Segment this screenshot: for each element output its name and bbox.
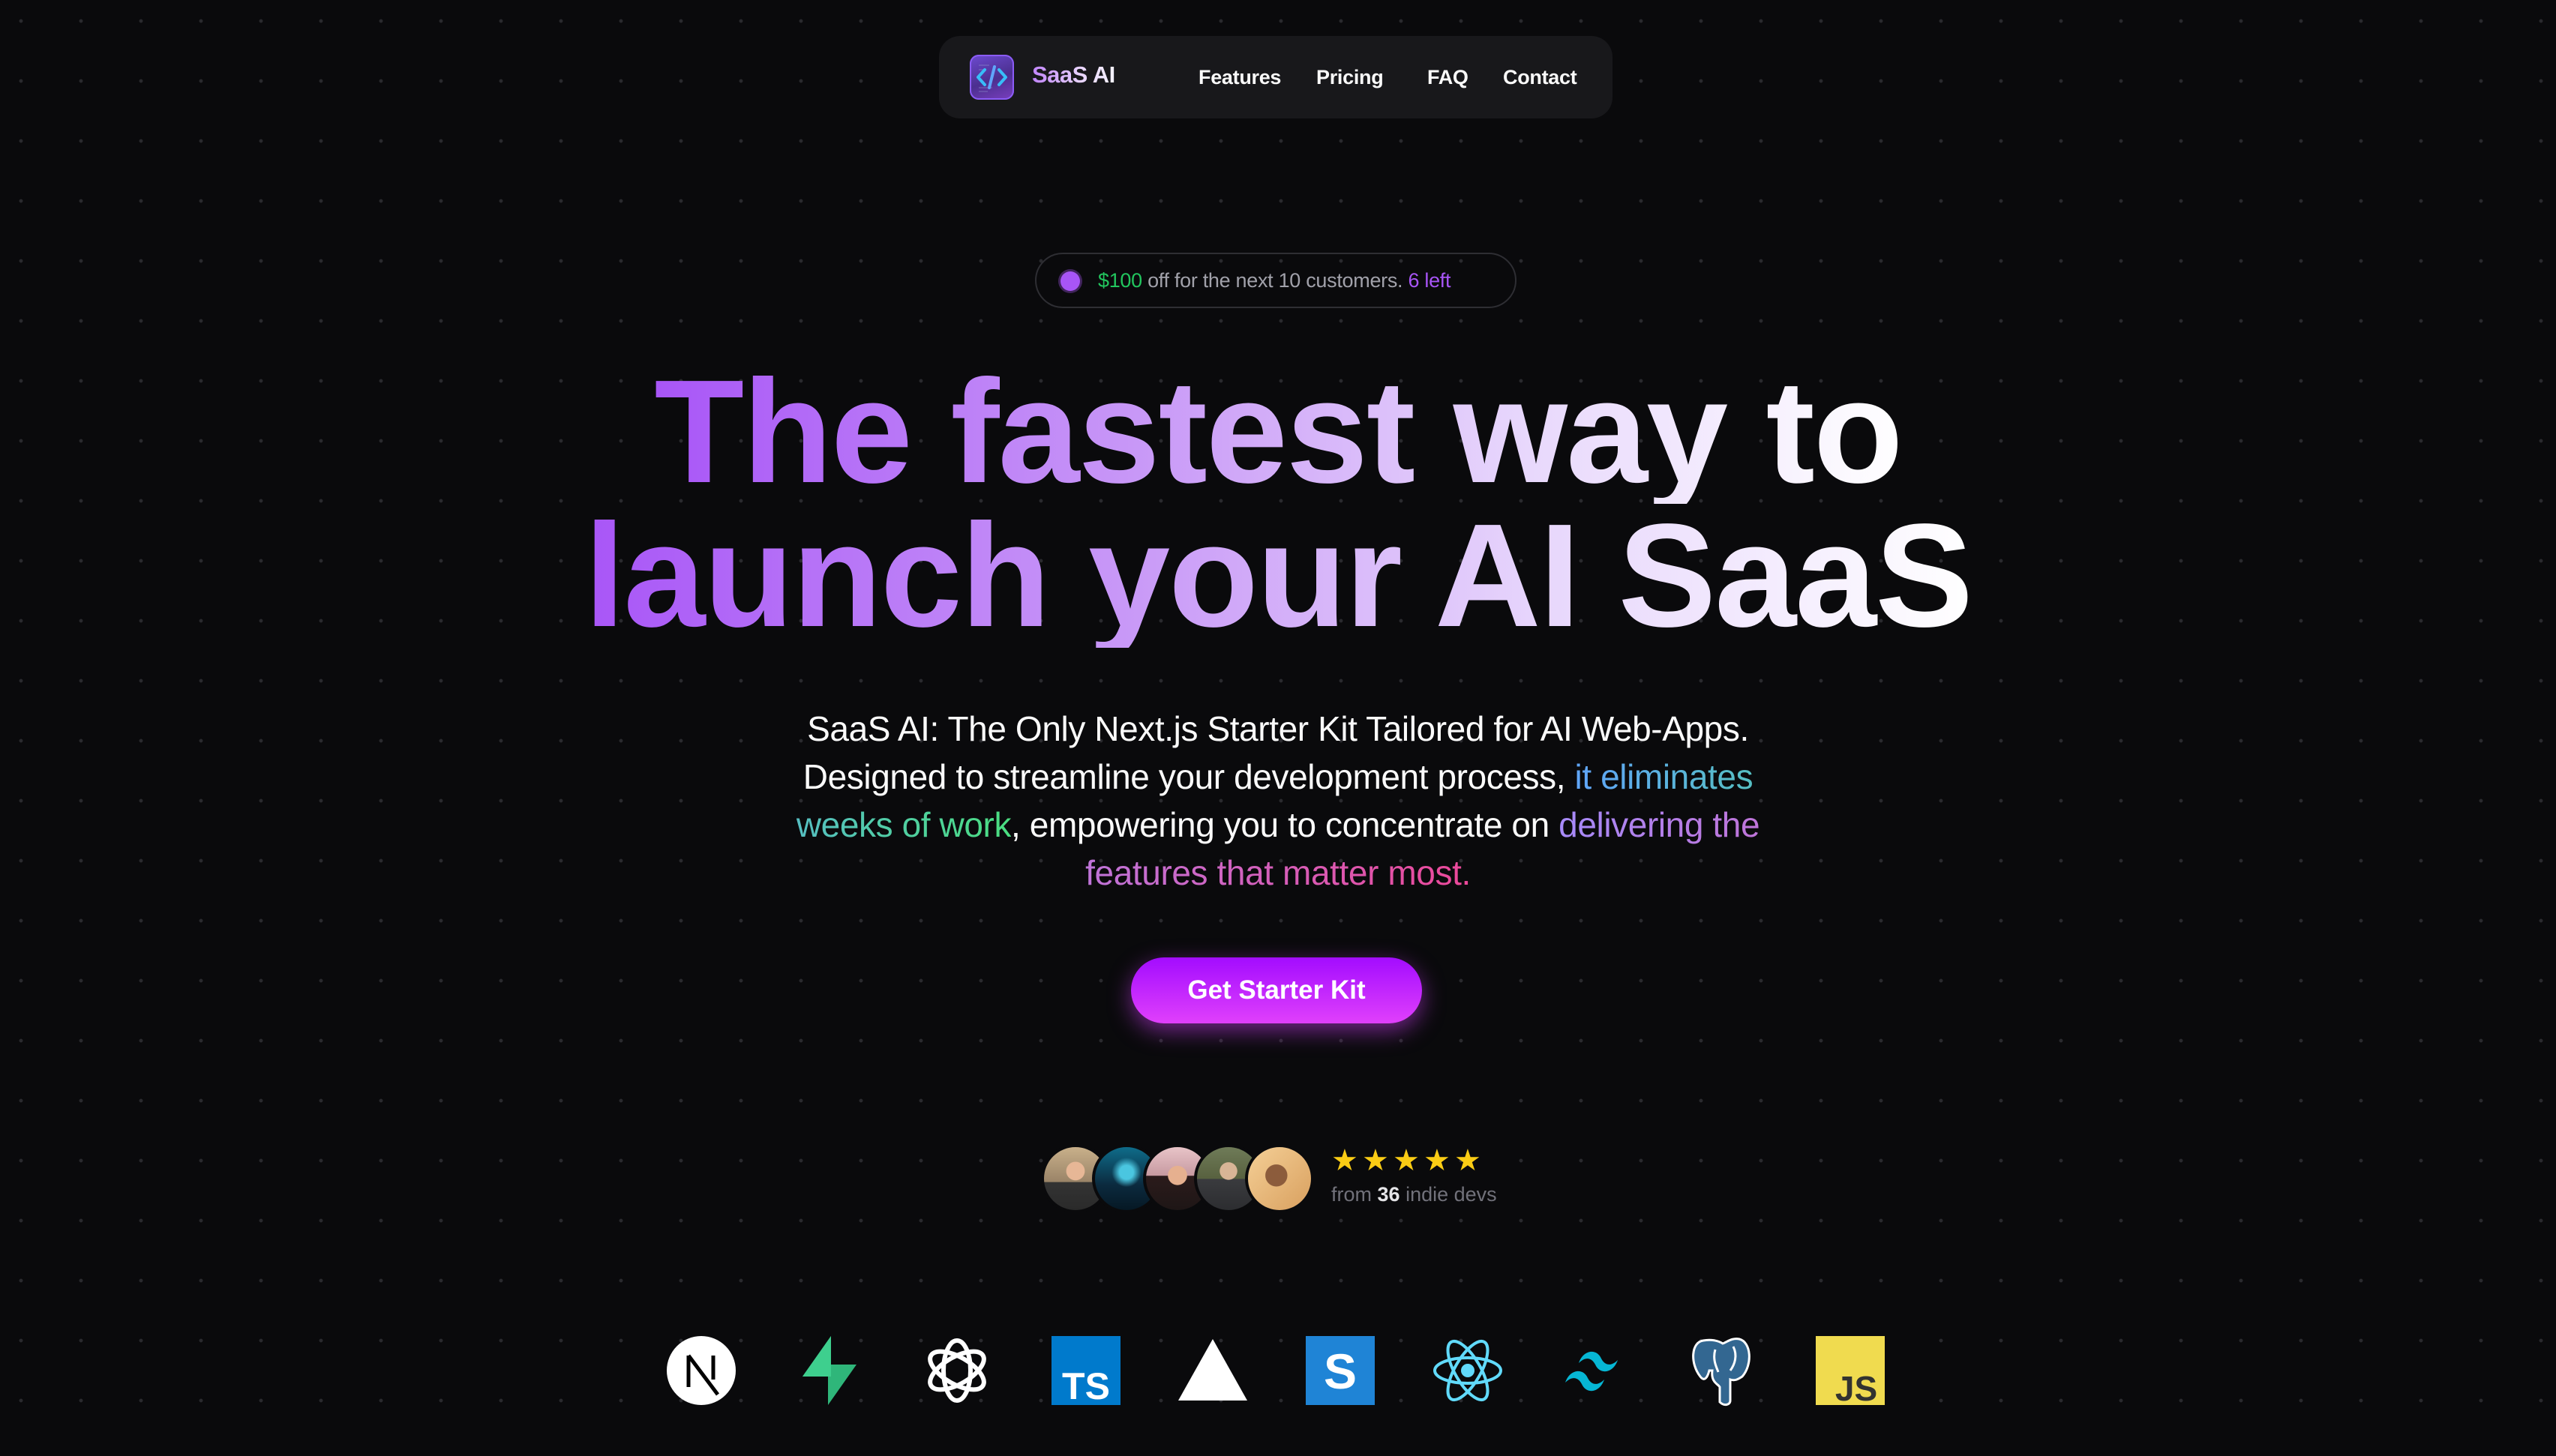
supabase-icon xyxy=(792,1333,867,1408)
review-number: 36 xyxy=(1377,1183,1400,1206)
openai-icon xyxy=(920,1333,994,1408)
svg-text:S: S xyxy=(1324,1344,1357,1399)
rating-stars: ★★★★★ xyxy=(1331,1143,1485,1178)
review-suffix: indie devs xyxy=(1400,1183,1497,1206)
description-text-2: , empowering you to concentrate on xyxy=(1011,805,1559,844)
hero-description: SaaS AI: The Only Next.js Starter Kit Ta… xyxy=(765,705,1791,897)
hero-headline: The fastest way to launch your AI SaaS xyxy=(0,358,2556,649)
stripe-icon: S xyxy=(1303,1333,1378,1408)
nav-link-contact[interactable]: Contact xyxy=(1503,66,1577,89)
javascript-icon: JS xyxy=(1813,1333,1888,1408)
promo-description: off for the next 10 customers. xyxy=(1142,269,1408,292)
nav-link-faq[interactable]: FAQ xyxy=(1427,66,1468,89)
svg-text:JS: JS xyxy=(1835,1369,1877,1408)
code-brackets-icon[interactable] xyxy=(970,55,1014,100)
brand-name[interactable]: SaaS AI xyxy=(1032,61,1115,88)
promo-amount: $100 xyxy=(1098,269,1142,292)
headline-line-2: launch your AI SaaS xyxy=(581,502,1975,649)
navbar: SaaS AI Features Pricing FAQ Contact xyxy=(939,36,1612,118)
tailwind-icon xyxy=(1558,1333,1633,1408)
nav-link-features[interactable]: Features xyxy=(1198,66,1281,89)
get-starter-kit-button[interactable]: Get Starter Kit xyxy=(1131,957,1422,1023)
avatar-group xyxy=(1041,1144,1318,1213)
typescript-icon: TS xyxy=(1048,1333,1124,1408)
promo-badge: $100 off for the next 10 customers. 6 le… xyxy=(1035,253,1516,308)
nextjs-icon xyxy=(664,1333,739,1408)
review-prefix: from xyxy=(1331,1183,1378,1206)
react-icon xyxy=(1430,1333,1505,1408)
promo-text: $100 off for the next 10 customers. 6 le… xyxy=(1098,269,1451,292)
star-icon: ★ xyxy=(1331,1144,1360,1177)
postgresql-icon xyxy=(1685,1333,1760,1408)
avatar xyxy=(1245,1144,1314,1213)
review-count: from 36 indie devs xyxy=(1331,1183,1497,1206)
star-icon: ★ xyxy=(1393,1144,1421,1177)
promo-remaining: 6 left xyxy=(1408,269,1451,292)
status-dot-icon xyxy=(1060,271,1080,291)
svg-text:TS: TS xyxy=(1062,1365,1110,1407)
star-icon: ★ xyxy=(1424,1144,1452,1177)
headline-line-1: The fastest way to xyxy=(651,358,1904,505)
star-icon: ★ xyxy=(1362,1144,1390,1177)
nav-link-pricing[interactable]: Pricing xyxy=(1316,66,1384,89)
star-icon: ★ xyxy=(1454,1144,1483,1177)
vercel-icon xyxy=(1175,1333,1250,1408)
